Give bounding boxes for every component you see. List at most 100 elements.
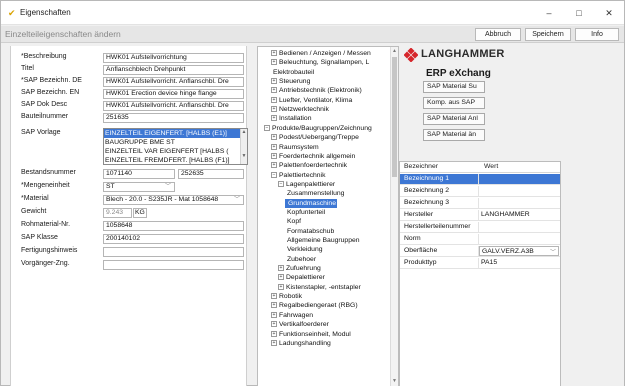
- tree-node[interactable]: + Regalbediengeraet (RBG): [271, 301, 358, 310]
- property-value-select[interactable]: GALV.VERZ.A3B ﹀: [479, 246, 559, 256]
- cancel-button[interactable]: Abbruch: [475, 28, 521, 41]
- tree-node[interactable]: + Foerdertechnik allgemein: [271, 152, 355, 161]
- tree-scrollbar[interactable]: ▲ ▼: [390, 47, 398, 386]
- expand-icon[interactable]: +: [271, 293, 277, 300]
- info-button[interactable]: Info: [575, 28, 619, 41]
- collapse-icon[interactable]: −: [278, 180, 284, 187]
- tree-node[interactable]: Zusammenstellung: [285, 189, 344, 198]
- expand-icon[interactable]: +: [271, 302, 277, 309]
- tree-node[interactable]: + Ladungshandling: [271, 339, 331, 348]
- property-row[interactable]: Herstellerteilenummer: [400, 222, 560, 233]
- property-row[interactable]: Hersteller LANGHAMMER: [400, 210, 560, 221]
- expand-icon[interactable]: +: [278, 283, 284, 290]
- expand-icon[interactable]: +: [271, 87, 277, 94]
- expand-icon[interactable]: +: [271, 330, 277, 337]
- list-item[interactable]: EINZELTEIL EIGENFERT. [HALBS (E1)]: [104, 129, 247, 138]
- tree-node[interactable]: Grundmaschine: [285, 198, 337, 208]
- tree-node[interactable]: + Depalettierer: [278, 273, 325, 282]
- expand-icon[interactable]: +: [271, 339, 277, 346]
- property-row[interactable]: Bezeichnung 3: [400, 198, 560, 209]
- sap-bezeichnung-de-field[interactable]: HWK01 Aufstellvorricht. Anflanschbl. Dre: [103, 77, 244, 87]
- expand-icon[interactable]: +: [271, 106, 277, 113]
- material-select[interactable]: Blech - 20.0 - S235JR - Mat 1058648 ﹀: [103, 195, 244, 205]
- tree-node[interactable]: + Fahrwagen: [271, 311, 313, 320]
- save-button[interactable]: Speichern: [525, 28, 571, 41]
- tree-node[interactable]: + Bedienen / Anzeigen / Messen: [271, 49, 371, 58]
- tree-node[interactable]: Kopfunterteil: [285, 208, 325, 217]
- expand-icon[interactable]: +: [271, 59, 277, 66]
- scroll-up-icon[interactable]: ▲: [241, 129, 247, 135]
- expand-icon[interactable]: +: [271, 162, 277, 169]
- expand-icon[interactable]: +: [271, 143, 277, 150]
- scroll-down-icon[interactable]: ▼: [241, 153, 247, 159]
- expand-icon[interactable]: +: [271, 96, 277, 103]
- expand-icon[interactable]: +: [271, 134, 277, 141]
- tree-node[interactable]: + Raumsystem: [271, 143, 319, 152]
- tree-node[interactable]: Kopf: [285, 217, 301, 226]
- property-row[interactable]: Oberfläche GALV.VERZ.A3B ﹀: [400, 246, 560, 257]
- listbox-scrollbar[interactable]: ▲ ▼: [240, 129, 247, 164]
- tree-node[interactable]: + Palettenfoerdertechnik: [271, 161, 347, 170]
- property-row[interactable]: Bezeichnung 1: [400, 174, 560, 185]
- rohmaterial-field[interactable]: 1058648: [103, 221, 244, 231]
- tree-node[interactable]: Zubehoer: [285, 255, 316, 264]
- expand-icon[interactable]: +: [271, 50, 277, 56]
- list-item[interactable]: EINZELTEIL VAR EIGENFERT [HALBS (: [104, 147, 247, 156]
- list-item[interactable]: EINZELTEIL FREMDFERT. [HALBS (F1)]: [104, 156, 247, 164]
- expand-icon[interactable]: +: [271, 78, 277, 85]
- tree-node[interactable]: + Kistenstapler, -entstapler: [278, 283, 361, 292]
- scrollbar-thumb[interactable]: [392, 57, 397, 177]
- maximize-button[interactable]: □: [568, 5, 590, 21]
- tree-node[interactable]: Elektrobauteil: [271, 68, 314, 77]
- tree-node[interactable]: Formatabschub: [285, 227, 334, 236]
- tree-node[interactable]: + Robotik: [271, 292, 302, 301]
- tree-node[interactable]: + Funktionseinheit, Modul: [271, 330, 351, 339]
- property-row[interactable]: Produkttyp PA15: [400, 258, 560, 269]
- property-row[interactable]: Norm: [400, 234, 560, 245]
- close-button[interactable]: ✕: [598, 5, 620, 21]
- property-row[interactable]: Bezeichnung 2: [400, 186, 560, 197]
- expand-icon[interactable]: +: [271, 152, 277, 159]
- scroll-up-icon[interactable]: ▲: [391, 48, 398, 54]
- fertigungshinweis-field[interactable]: [103, 247, 244, 257]
- tree-node[interactable]: Verkleidung: [285, 245, 323, 254]
- expand-icon[interactable]: +: [278, 274, 284, 281]
- tree-node[interactable]: Allgemeine Baugruppen: [285, 236, 360, 245]
- vorgaenger-field[interactable]: [103, 260, 244, 270]
- collapse-icon[interactable]: −: [271, 171, 277, 178]
- tree-node[interactable]: − Produkte/Baugruppen/Zeichnung: [264, 124, 372, 133]
- sap-dok-desc-field[interactable]: HWK01 Aufstellvorricht. Anflanschbl. Dre: [103, 101, 244, 111]
- sap-material-search-button[interactable]: SAP Material Su: [423, 81, 485, 93]
- property-value[interactable]: PA15: [481, 259, 497, 266]
- tree-node[interactable]: − Lagenpalettierer: [278, 180, 335, 189]
- sap-vorlage-listbox[interactable]: EINZELTEIL EIGENFERT. [HALBS (E1)] BAUGR…: [103, 128, 248, 165]
- expand-icon[interactable]: +: [278, 265, 284, 272]
- tree-node[interactable]: + Antriebstechnik (Elektronik): [271, 86, 362, 95]
- sap-material-aendern-button[interactable]: SAP Material än: [423, 129, 485, 141]
- tree-node[interactable]: + Installation: [271, 114, 312, 123]
- tree-node[interactable]: + Beleuchtung, Signallampen, L: [271, 58, 369, 67]
- bestandsnummer-field[interactable]: 1071140: [103, 169, 175, 179]
- tree-node[interactable]: + Steuerung: [271, 77, 310, 86]
- property-value[interactable]: LANGHAMMER: [481, 211, 530, 218]
- tree-node[interactable]: + Netzwerktechnik: [271, 105, 329, 114]
- tree-node[interactable]: + Zufuehrung: [278, 264, 321, 273]
- tree-node[interactable]: − Palettiertechnik: [271, 171, 325, 180]
- tree-node[interactable]: + Vertikalfoerderer: [271, 320, 329, 329]
- sap-klasse-field[interactable]: 200140102: [103, 234, 244, 244]
- collapse-icon[interactable]: −: [264, 124, 270, 131]
- beschreibung-field[interactable]: HWK01 Aufstellvorrichtung: [103, 53, 244, 63]
- sap-material-anlegen-button[interactable]: SAP Material Anl: [423, 113, 485, 125]
- expand-icon[interactable]: +: [271, 115, 277, 122]
- sap-bezeichnung-en-field[interactable]: HWK01 Erection device hinge flange: [103, 89, 244, 99]
- tree-node[interactable]: + Luefter, Ventilator, Klima: [271, 96, 352, 105]
- bauteilnummer-field[interactable]: 251635: [103, 113, 244, 123]
- komp-aus-sap-button[interactable]: Komp. aus SAP: [423, 97, 485, 109]
- mengeneinheit-select[interactable]: ST ﹀: [103, 182, 175, 192]
- minimize-button[interactable]: –: [538, 5, 560, 21]
- tree-node[interactable]: + Podest/Uebergang/Treppe: [271, 133, 359, 142]
- gewicht-field[interactable]: 9.243: [103, 208, 132, 218]
- expand-icon[interactable]: +: [271, 321, 277, 328]
- list-item[interactable]: BAUGRUPPE BME ST: [104, 138, 247, 147]
- expand-icon[interactable]: +: [271, 311, 277, 318]
